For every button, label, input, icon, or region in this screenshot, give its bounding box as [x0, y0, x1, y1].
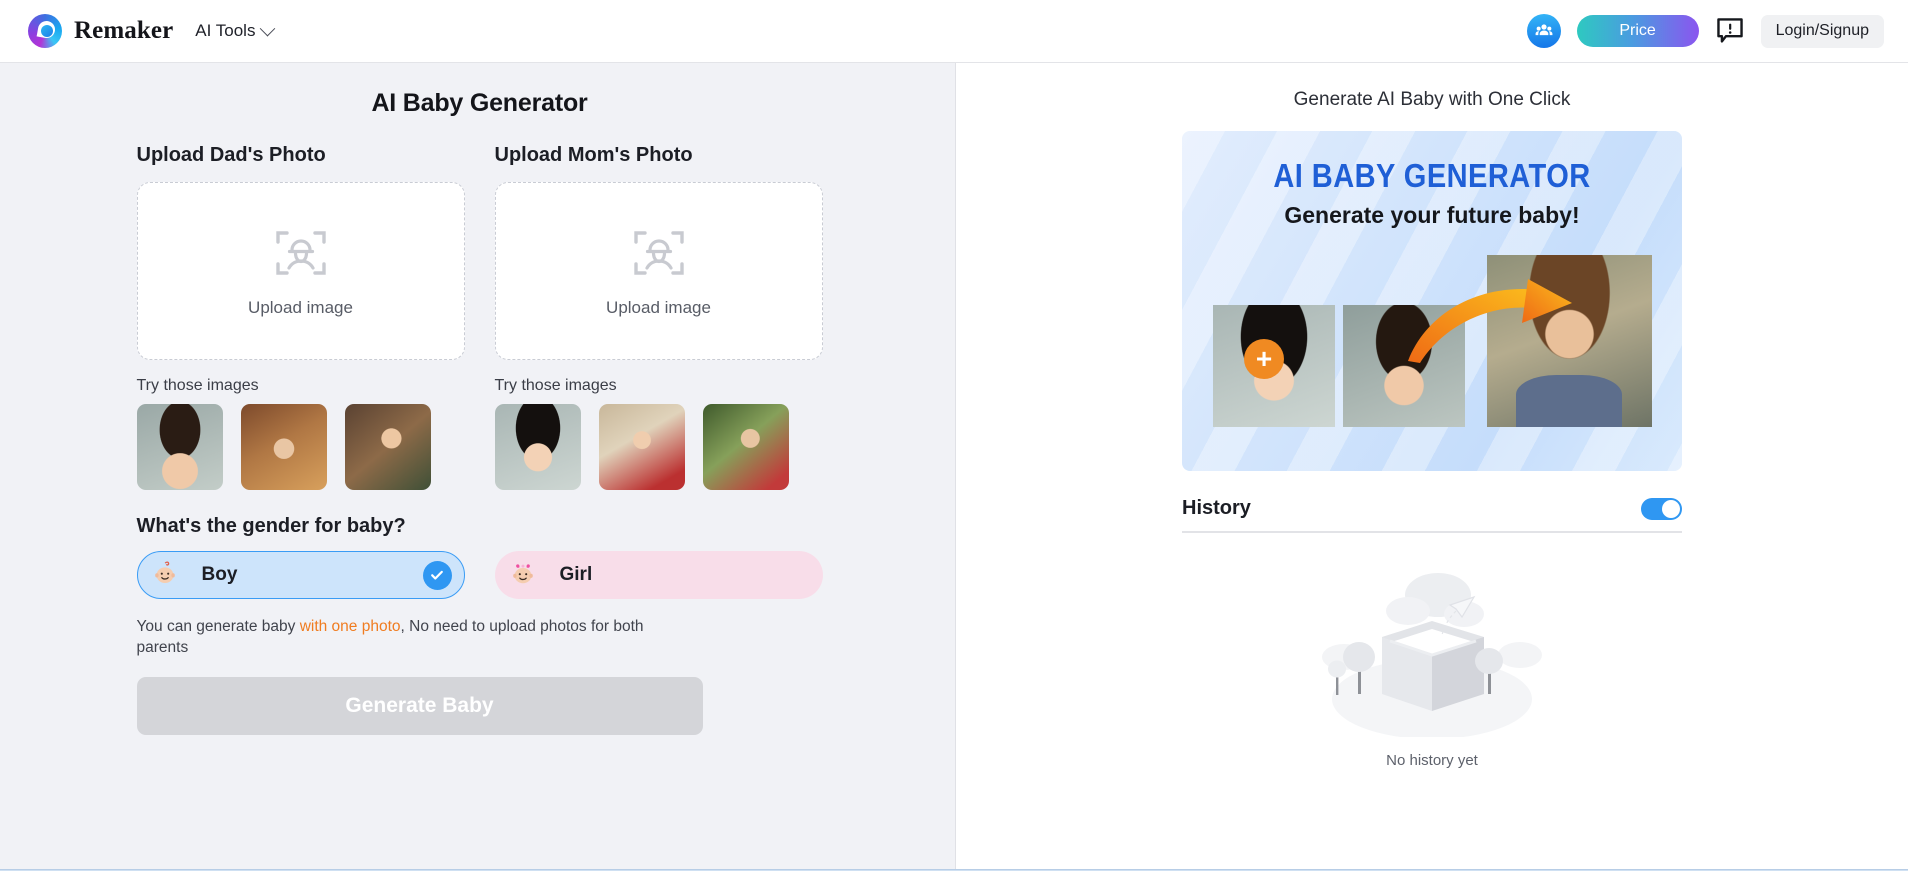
face-scan-upload-icon — [630, 224, 688, 287]
promo-banner: AI BABY GENERATOR Generate your future b… — [1182, 131, 1682, 471]
gender-boy-label: Boy — [202, 564, 238, 586]
mom-upload-column: Upload Mom's Photo Upload image — [495, 144, 823, 490]
dad-dropzone-text: Upload image — [248, 298, 353, 318]
upload-row: Upload Dad's Photo Upload image — [137, 144, 823, 490]
speech-bubble-exclamation-icon[interactable] — [1715, 16, 1745, 46]
check-circle-icon — [423, 561, 452, 590]
mom-dropzone[interactable]: Upload image — [495, 182, 823, 360]
dad-sample-thumb-3[interactable] — [345, 404, 431, 490]
baby-boy-face-icon — [150, 558, 180, 593]
header-actions: Price Login/Signup — [1527, 14, 1884, 48]
chevron-down-icon — [260, 20, 276, 36]
history-header: History — [1182, 497, 1682, 533]
history-title: History — [1182, 497, 1251, 520]
dad-upload-label: Upload Dad's Photo — [137, 144, 465, 167]
generate-baby-button[interactable]: Generate Baby — [137, 677, 703, 735]
history-toggle[interactable] — [1641, 498, 1682, 520]
plus-badge-icon: + — [1244, 339, 1284, 379]
preview-panel-title: Generate AI Baby with One Click — [1182, 89, 1682, 111]
gender-option-girl[interactable]: Girl — [495, 551, 823, 599]
gender-girl-label: Girl — [560, 564, 593, 586]
login-signup-button[interactable]: Login/Signup — [1761, 15, 1884, 48]
gender-option-boy[interactable]: Boy — [137, 551, 465, 599]
mom-try-label: Try those images — [495, 377, 823, 395]
mom-sample-thumb-2[interactable] — [599, 404, 685, 490]
app-header: Remaker AI Tools Price Login/Signup — [0, 0, 1908, 63]
curved-arrow-icon — [1404, 279, 1604, 364]
gender-question: What's the gender for baby? — [137, 515, 823, 538]
mom-sample-thumbnails — [495, 404, 823, 490]
face-scan-upload-icon — [272, 224, 330, 287]
history-empty-text: No history yet — [1182, 752, 1682, 769]
page-title: AI Baby Generator — [137, 89, 823, 118]
nav-ai-tools-dropdown[interactable]: AI Tools — [195, 21, 273, 41]
generator-panel: AI Baby Generator Upload Dad's Photo — [0, 63, 956, 869]
remaker-logo-icon — [28, 14, 62, 48]
nav-ai-tools-label: AI Tools — [195, 21, 255, 41]
mom-dropzone-text: Upload image — [606, 298, 711, 318]
brand-name: Remaker — [74, 17, 173, 45]
banner-subhead: Generate your future baby! — [1182, 202, 1682, 229]
mom-sample-thumb-3[interactable] — [703, 404, 789, 490]
dad-sample-thumbnails — [137, 404, 465, 490]
preview-panel: Generate AI Baby with One Click AI BABY … — [956, 63, 1908, 869]
hint-accent-link[interactable]: with one photo — [300, 618, 401, 635]
history-empty-state: No history yet — [1182, 533, 1682, 769]
one-photo-hint: You can generate baby with one photo, No… — [137, 616, 677, 659]
people-group-icon[interactable] — [1527, 14, 1561, 48]
brand-logo-group[interactable]: Remaker — [28, 14, 173, 48]
dad-try-label: Try those images — [137, 377, 465, 395]
empty-box-illustration — [1312, 724, 1552, 741]
price-button[interactable]: Price — [1577, 15, 1699, 47]
dad-sample-thumb-1[interactable] — [137, 404, 223, 490]
hint-text-before: You can generate baby — [137, 618, 300, 635]
gender-options: Boy — [137, 551, 823, 599]
baby-girl-face-icon — [508, 558, 538, 593]
page-body: AI Baby Generator Upload Dad's Photo — [0, 63, 1908, 869]
dad-upload-column: Upload Dad's Photo Upload image — [137, 144, 465, 490]
mom-sample-thumb-1[interactable] — [495, 404, 581, 490]
mom-upload-label: Upload Mom's Photo — [495, 144, 823, 167]
dad-sample-thumb-2[interactable] — [241, 404, 327, 490]
banner-headline: AI BABY GENERATOR — [1212, 131, 1652, 195]
dad-dropzone[interactable]: Upload image — [137, 182, 465, 360]
